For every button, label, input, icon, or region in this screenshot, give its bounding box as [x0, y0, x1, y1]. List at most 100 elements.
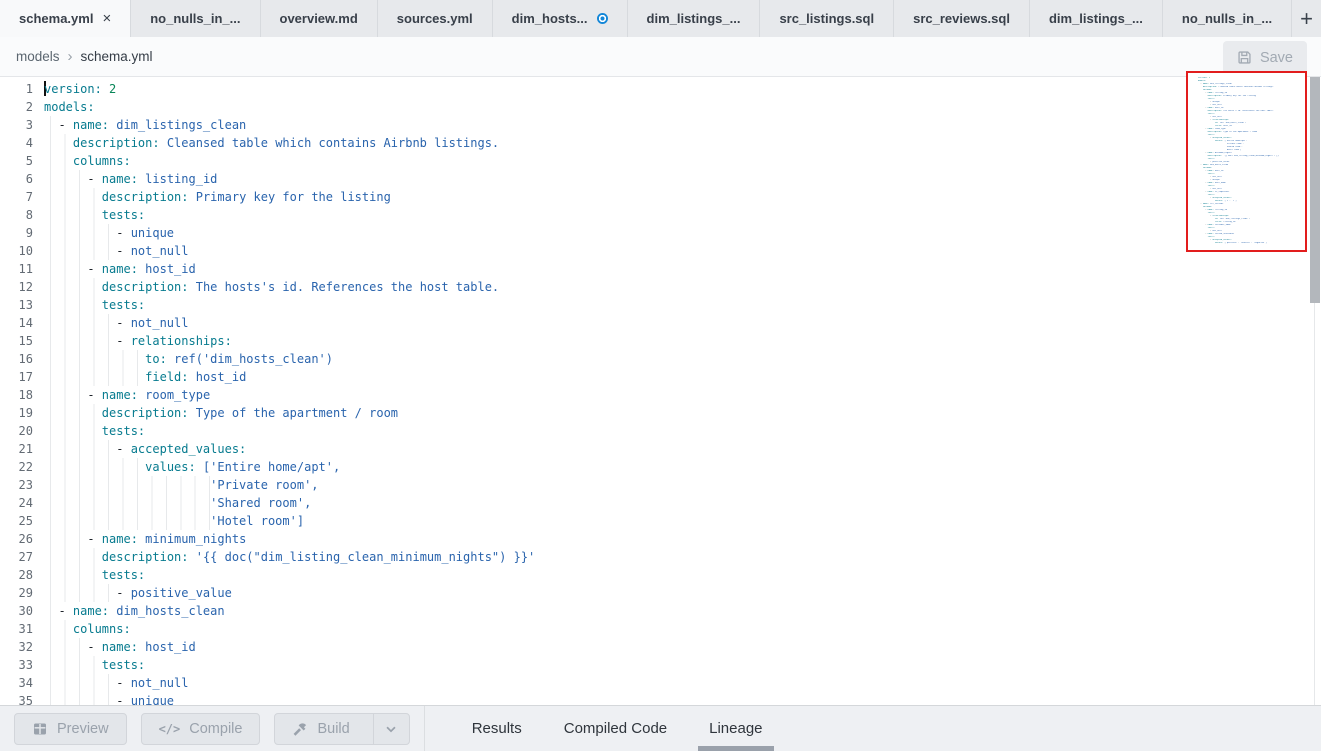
- editor-tab[interactable]: no_nulls_in_...: [131, 0, 260, 37]
- line-number: 35: [0, 692, 44, 705]
- line-number: 21: [0, 440, 44, 458]
- build-dropdown-button[interactable]: [373, 714, 409, 744]
- code-line: description: Primary key for the listing: [44, 188, 1321, 206]
- editor-tab-label: schema.yml: [19, 11, 93, 26]
- code-line: description: Type of the apartment / roo…: [44, 404, 1321, 422]
- editor-tab[interactable]: schema.yml ×: [0, 0, 131, 37]
- line-number: 23: [0, 476, 44, 494]
- hammer-icon: [292, 721, 308, 737]
- code-line: tests:: [44, 422, 1321, 440]
- editor-tab-label: dim_listings_...: [1049, 11, 1143, 26]
- editor-tab[interactable]: no_nulls_in_...: [1163, 0, 1292, 37]
- editor-tab[interactable]: dim_listings_...: [1030, 0, 1163, 37]
- breadcrumb-item-models[interactable]: models: [16, 49, 60, 64]
- editor-tab[interactable]: src_listings.sql: [760, 0, 894, 37]
- line-number: 17: [0, 368, 44, 386]
- line-number: 1: [0, 80, 44, 98]
- minimap-line: values: ['positive', 'neutral', 'negativ…: [1198, 242, 1305, 245]
- line-number: 25: [0, 512, 44, 530]
- scrollbar-thumb[interactable]: [1310, 77, 1320, 303]
- line-number: 18: [0, 386, 44, 404]
- code-line: - unique: [44, 224, 1321, 242]
- editor-tab[interactable]: dim_hosts...: [493, 0, 628, 37]
- editor-tab[interactable]: src_reviews.sql: [894, 0, 1030, 37]
- code-line: tests:: [44, 566, 1321, 584]
- line-number: 2: [0, 98, 44, 116]
- code-line: - accepted_values:: [44, 440, 1321, 458]
- close-icon[interactable]: ×: [102, 11, 111, 26]
- plus-icon: +: [1300, 6, 1313, 32]
- line-number: 8: [0, 206, 44, 224]
- compile-button-label: Compile: [189, 721, 242, 737]
- save-button[interactable]: Save: [1223, 41, 1307, 74]
- code-content[interactable]: version: 2models:- name: dim_listings_cl…: [44, 77, 1321, 705]
- line-number: 33: [0, 656, 44, 674]
- code-line: - positive_value: [44, 584, 1321, 602]
- code-line: - name: dim_hosts_clean: [44, 602, 1321, 620]
- code-line: description: The hosts's id. References …: [44, 278, 1321, 296]
- line-number: 9: [0, 224, 44, 242]
- line-number: 34: [0, 674, 44, 692]
- line-number: 11: [0, 260, 44, 278]
- scrollbar-track: [1314, 303, 1315, 705]
- panel-tab-results[interactable]: Results: [451, 706, 543, 751]
- code-brackets-icon: </>: [159, 722, 181, 736]
- editor-tab-label: src_reviews.sql: [913, 11, 1010, 26]
- vertical-scrollbar: [1309, 77, 1321, 705]
- code-line: tests:: [44, 656, 1321, 674]
- code-line: field: host_id: [44, 368, 1321, 386]
- editor-tab-label: sources.yml: [397, 11, 473, 26]
- editor-tab[interactable]: sources.yml: [378, 0, 493, 37]
- code-line: version: 2: [44, 80, 1321, 98]
- line-number: 4: [0, 134, 44, 152]
- line-number: 28: [0, 566, 44, 584]
- code-line: columns:: [44, 152, 1321, 170]
- line-number: 10: [0, 242, 44, 260]
- build-button[interactable]: Build: [275, 714, 363, 744]
- code-line: 'Shared room',: [44, 494, 1321, 512]
- code-editor[interactable]: 1234567891011121314151617181920212223242…: [0, 77, 1321, 705]
- code-line: description: '{{ doc("dim_listing_clean_…: [44, 548, 1321, 566]
- panel-tab-label: Lineage: [709, 720, 762, 737]
- line-number: 27: [0, 548, 44, 566]
- code-line: - name: host_id: [44, 260, 1321, 278]
- line-number: 29: [0, 584, 44, 602]
- line-number: 7: [0, 188, 44, 206]
- code-line: - name: minimum_nights: [44, 530, 1321, 548]
- code-line: - unique: [44, 692, 1321, 705]
- line-number-gutter: 1234567891011121314151617181920212223242…: [0, 77, 44, 705]
- code-line: - not_null: [44, 314, 1321, 332]
- line-number: 19: [0, 404, 44, 422]
- code-line: - name: host_id: [44, 638, 1321, 656]
- editor-tab[interactable]: overview.md: [261, 0, 378, 37]
- panel-tab-lineage[interactable]: Lineage: [688, 706, 783, 751]
- modified-dot-icon: [597, 13, 608, 24]
- line-number: 6: [0, 170, 44, 188]
- breadcrumb-item-file: schema.yml: [81, 49, 153, 64]
- code-line: values: ['Entire home/apt',: [44, 458, 1321, 476]
- code-line: - name: room_type: [44, 386, 1321, 404]
- panel-tab-label: Results: [472, 720, 522, 737]
- line-number: 13: [0, 296, 44, 314]
- line-number: 5: [0, 152, 44, 170]
- code-line: 'Private room',: [44, 476, 1321, 494]
- minimap[interactable]: version: 2models: - name: dim_listings_c…: [1186, 71, 1307, 252]
- code-line: - name: listing_id: [44, 170, 1321, 188]
- floppy-disk-icon: [1237, 50, 1252, 65]
- compile-button[interactable]: </> Compile: [141, 713, 261, 745]
- line-number: 26: [0, 530, 44, 548]
- preview-button[interactable]: Preview: [14, 713, 127, 745]
- chevron-right-icon: ›: [68, 48, 73, 65]
- editor-tab-label: dim_hosts...: [512, 11, 588, 26]
- code-line: tests:: [44, 206, 1321, 224]
- build-button-label: Build: [317, 721, 349, 737]
- panel-tab-compiled-code[interactable]: Compiled Code: [543, 706, 688, 751]
- code-line: - not_null: [44, 674, 1321, 692]
- line-number: 24: [0, 494, 44, 512]
- build-button-group: Build: [274, 713, 409, 745]
- editor-tabs: schema.yml×no_nulls_in_...overview.mdsou…: [0, 0, 1292, 37]
- editor-tab[interactable]: dim_listings_...: [628, 0, 761, 37]
- code-line: to: ref('dim_hosts_clean'): [44, 350, 1321, 368]
- line-number: 20: [0, 422, 44, 440]
- new-tab-button[interactable]: +: [1292, 0, 1321, 37]
